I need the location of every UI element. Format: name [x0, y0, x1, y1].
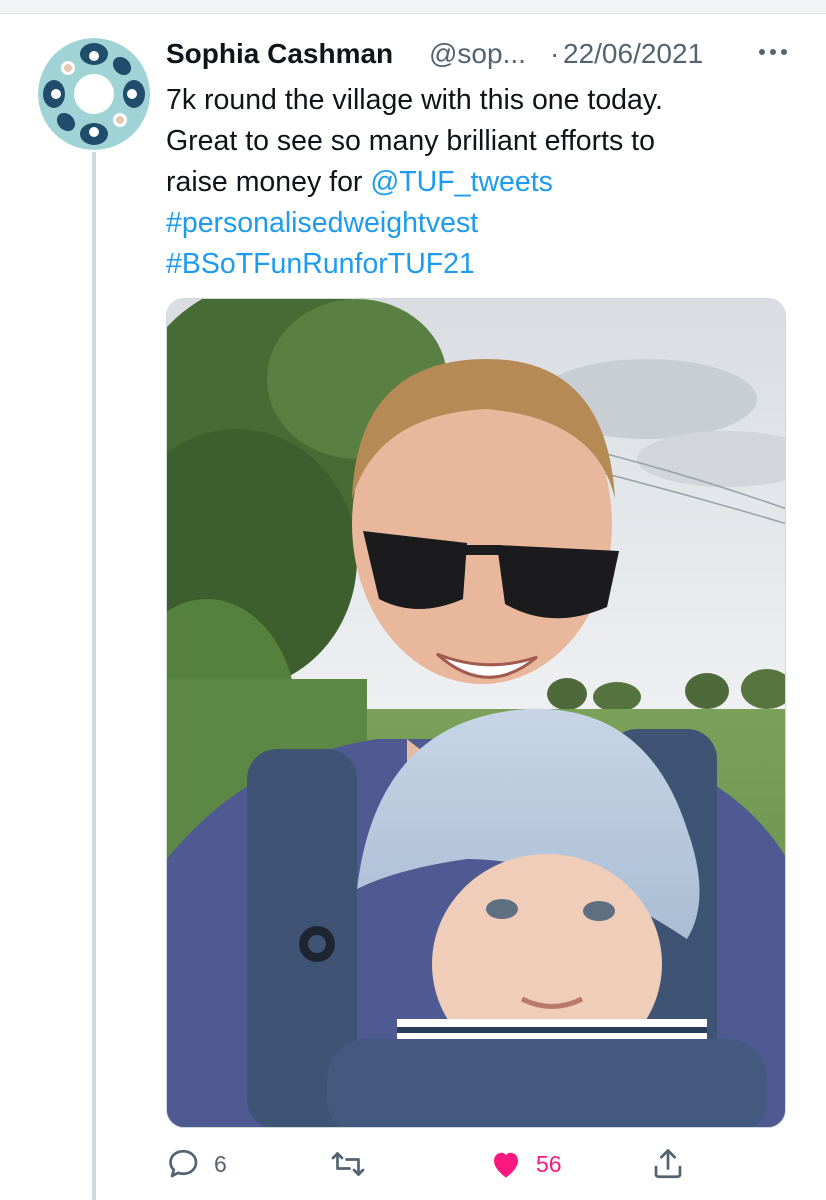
thread-connector-line [92, 152, 96, 1200]
top-divider [0, 0, 826, 14]
tweet-text-line: Great to see so many brilliant efforts t… [166, 125, 655, 157]
retweet-arrows-icon [331, 1152, 365, 1176]
share-upload-icon [654, 1149, 682, 1179]
avatar[interactable] [38, 38, 150, 150]
tweet-header: Sophia Cashman @sop... · 22/06/2021 [166, 32, 806, 76]
like-button[interactable]: 56 [488, 1140, 562, 1188]
reply-bubble-icon [169, 1149, 198, 1178]
tweet-text: 7k round the village with this one today… [166, 80, 796, 285]
meta-separator: · [550, 38, 560, 69]
author-handle[interactable]: @sop... [429, 38, 526, 70]
hashtag-link[interactable]: #BSoTFunRunforTUF21 [166, 244, 796, 285]
hashtag-link[interactable]: #personalisedweightvest [166, 203, 796, 244]
share-button[interactable] [650, 1140, 686, 1188]
tweet-text-line: 7k round the village with this one today… [166, 84, 663, 116]
tweet-photo[interactable] [166, 298, 786, 1128]
avatar-artwork [38, 38, 150, 150]
author-name[interactable]: Sophia Cashman [166, 38, 393, 70]
mention-link[interactable]: @TUF_tweets [370, 166, 553, 198]
like-count: 56 [536, 1150, 562, 1177]
heart-filled-icon [494, 1152, 518, 1178]
tweet-actions: 6 56 [166, 1140, 806, 1188]
tweet-text-fragment: raise money for [166, 166, 371, 198]
more-horizontal-icon[interactable] [752, 32, 796, 72]
reply-count: 6 [214, 1150, 227, 1177]
tweet-date[interactable]: 22/06/2021 [563, 38, 703, 70]
retweet-button[interactable] [330, 1140, 378, 1188]
reply-button[interactable]: 6 [166, 1140, 227, 1188]
tweet-text-line-with-mention: raise money for @TUF_tweets [166, 162, 796, 203]
photo-illustration [167, 299, 785, 1127]
